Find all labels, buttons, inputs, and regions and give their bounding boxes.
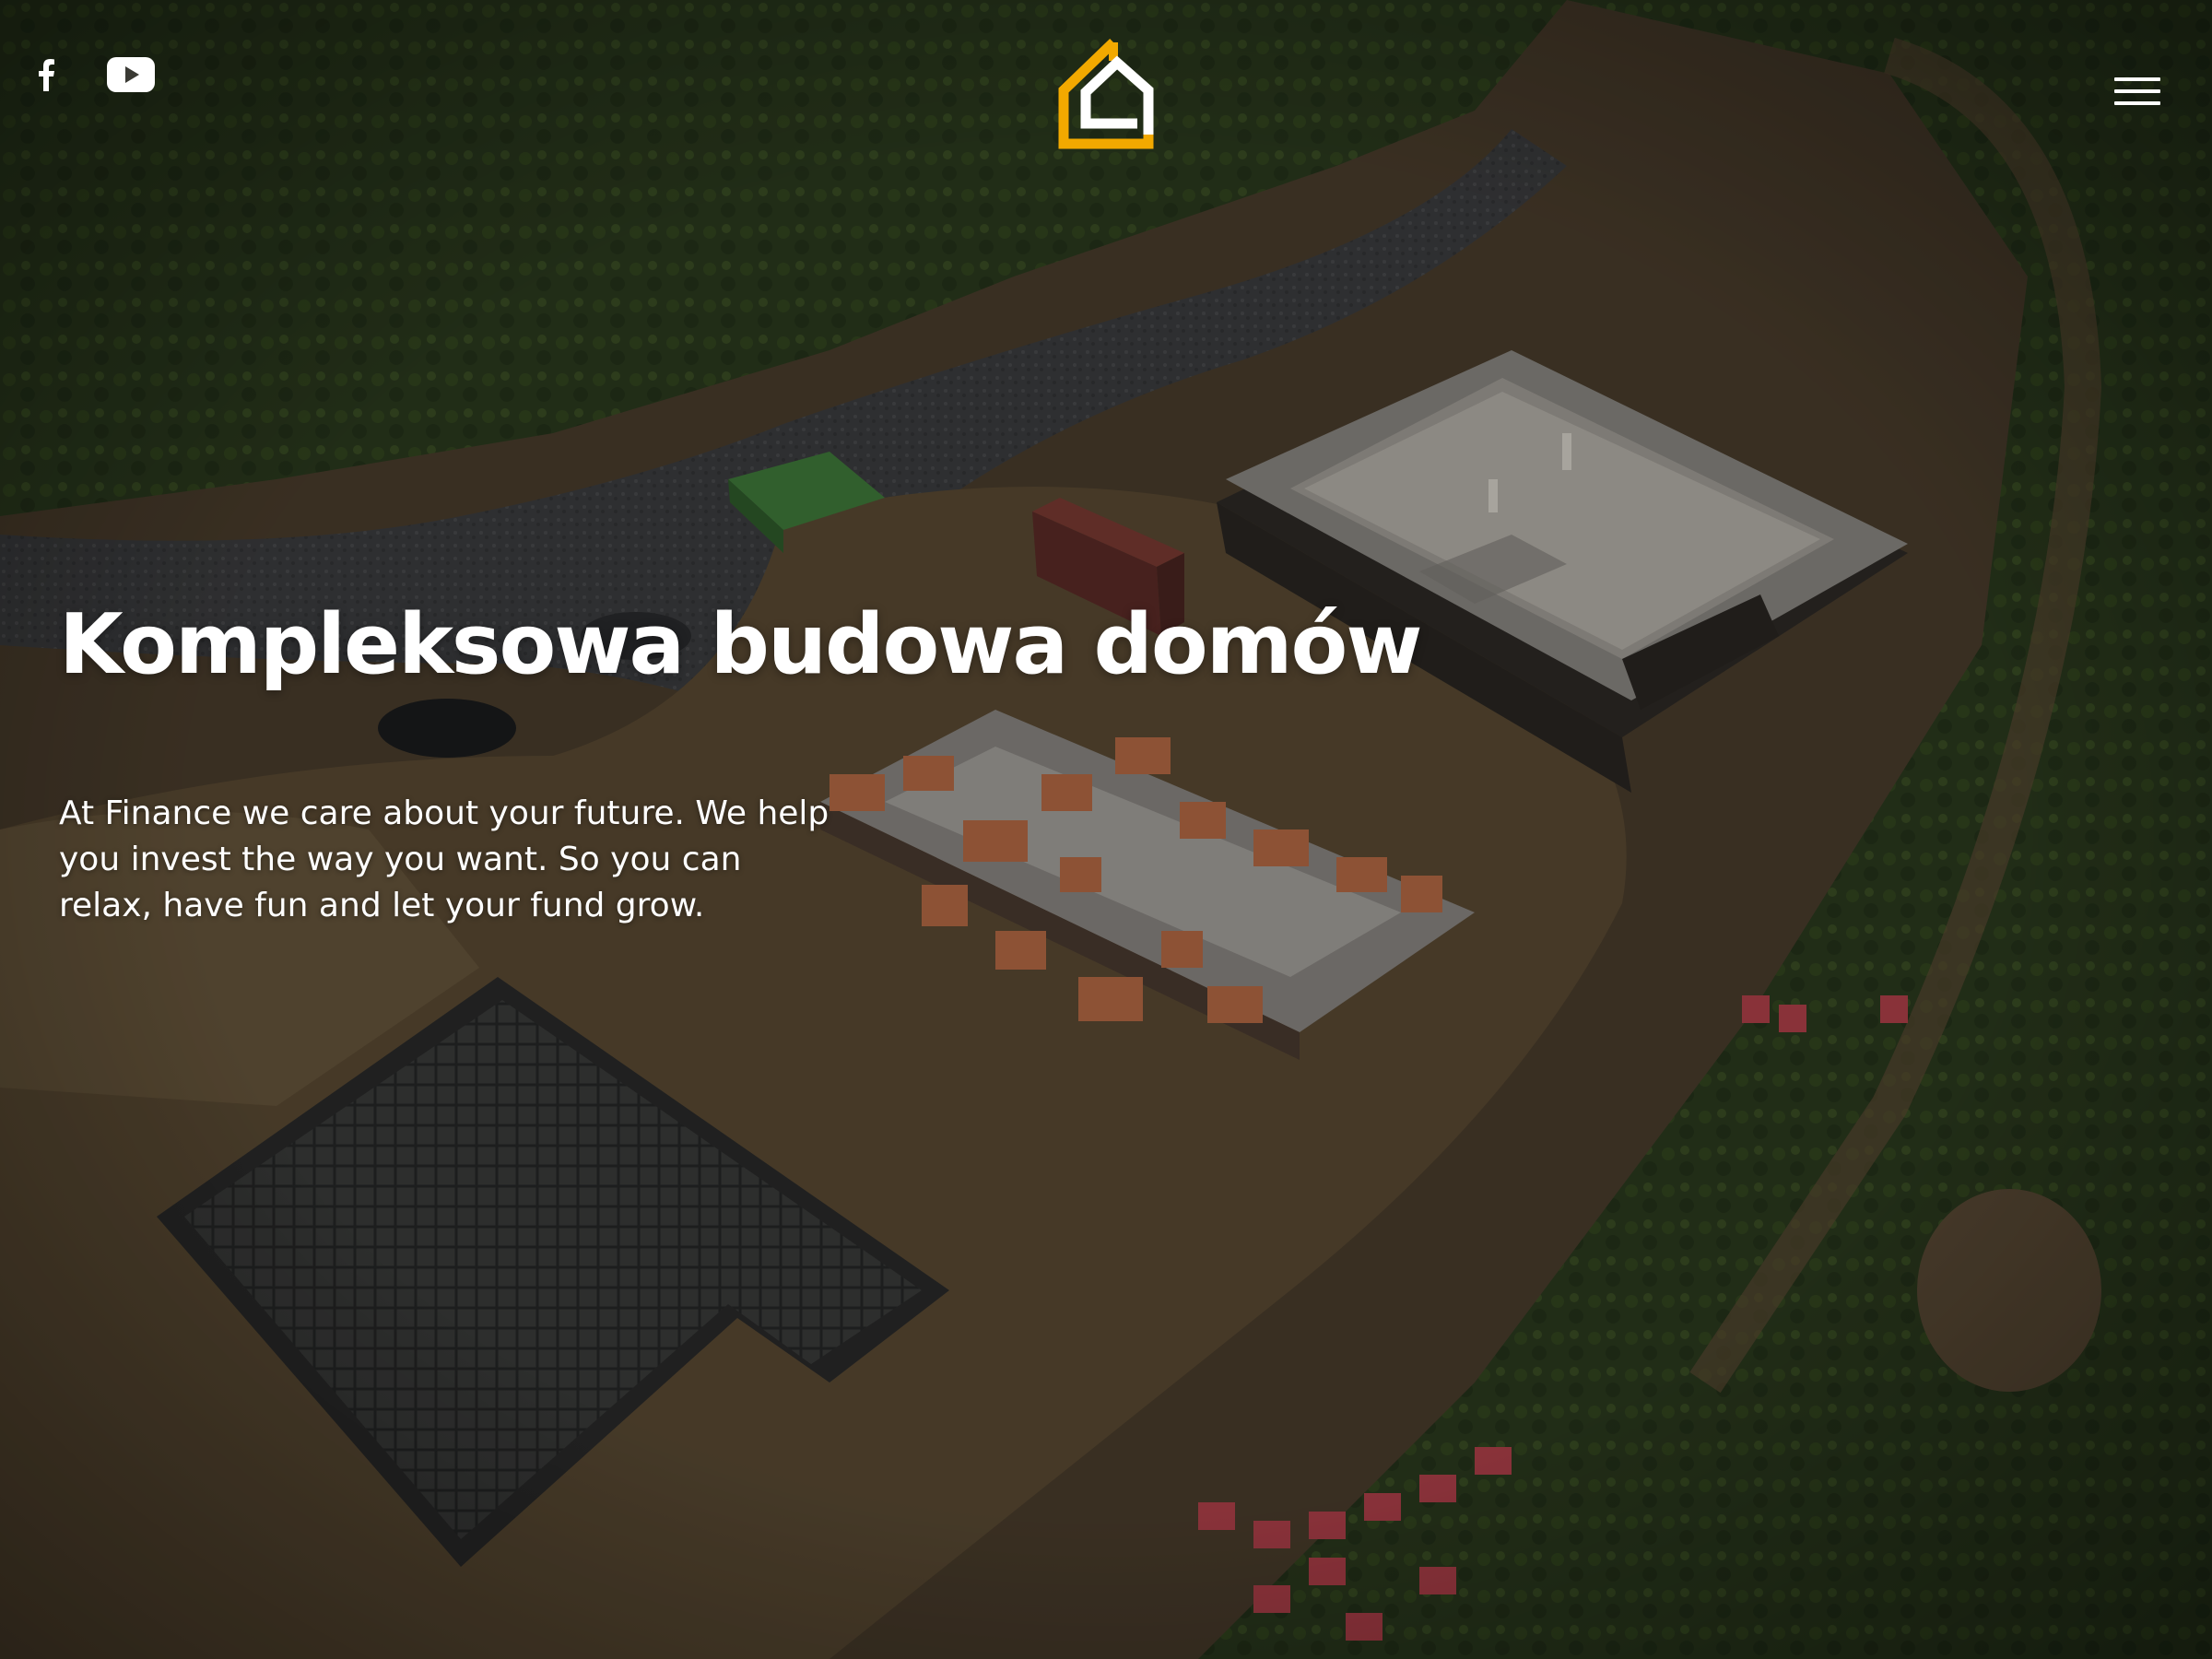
house-logo-icon[interactable]	[1058, 35, 1154, 149]
facebook-icon[interactable]	[37, 58, 55, 96]
hero-description: At Finance we care about your future. We…	[59, 794, 830, 924]
hero-title: Kompleksowa budowa domów	[59, 596, 1423, 693]
hamburger-menu-icon[interactable]	[2114, 76, 2160, 109]
youtube-icon[interactable]	[107, 57, 155, 97]
social-links	[37, 57, 155, 97]
hero-section: Kompleksowa budowa domów At Finance we c…	[0, 0, 2212, 1659]
